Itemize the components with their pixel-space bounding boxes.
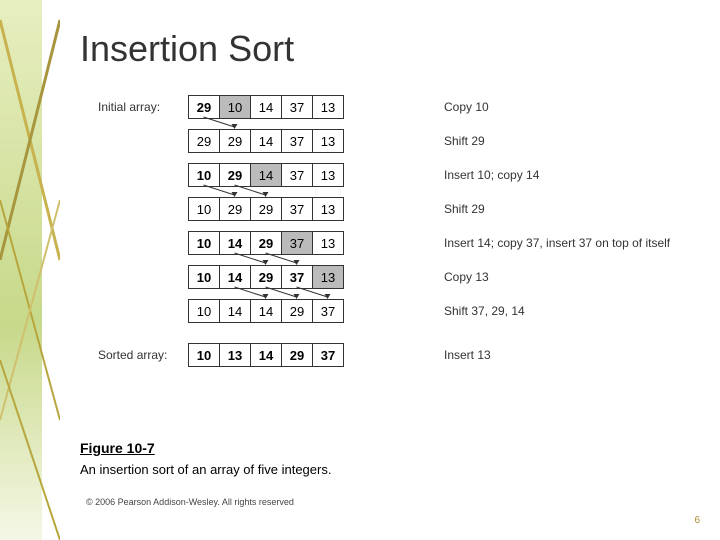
array-cell: 29 (282, 299, 313, 323)
array-cell: 13 (220, 343, 251, 367)
array-cell: 37 (282, 163, 313, 187)
array-cell: 10 (188, 197, 220, 221)
array-cell: 37 (313, 343, 344, 367)
array-cell: 29 (220, 163, 251, 187)
array-cells: 1029143713 (188, 163, 344, 187)
copyright-text: © 2006 Pearson Addison-Wesley. All right… (86, 497, 680, 507)
array-state-row: Sorted array:1013142937 Insert 13 (98, 342, 680, 368)
row-label-left: Initial array: (98, 100, 188, 114)
array-cell: 10 (188, 265, 220, 289)
array-cell: 14 (220, 231, 251, 255)
array-cells: 2929143713 (188, 129, 344, 153)
figure-insertion-sort: Initial array:2910143713Copy 10292914371… (98, 94, 680, 424)
array-cell: 37 (282, 231, 313, 255)
array-cell: 37 (282, 265, 313, 289)
array-cell: 13 (313, 129, 344, 153)
step-action-text: Copy 13 (444, 270, 489, 284)
step-action-text: Copy 10 (444, 100, 489, 114)
array-cell: 29 (220, 129, 251, 153)
step-action-text: Shift 29 (444, 202, 485, 216)
array-cells: 1013142937 (188, 343, 344, 367)
array-state-row: 1014293713 Insert 14; copy 37, insert 37 … (98, 230, 680, 256)
array-cells: 1014293713 (188, 265, 344, 289)
array-cell: 37 (282, 197, 313, 221)
array-cell: 14 (251, 163, 282, 187)
step-action-text: Insert 13 (444, 348, 491, 362)
array-cell: 10 (188, 299, 220, 323)
array-cell: 29 (251, 197, 282, 221)
page-title: Insertion Sort (80, 28, 680, 70)
figure-label: Figure 10-7 (80, 440, 680, 456)
array-cell: 29 (188, 95, 220, 119)
array-state-row: 1014142937Shift 37, 29, 14 (98, 298, 680, 324)
array-cell: 29 (251, 265, 282, 289)
step-action-text: Shift 37, 29, 14 (444, 304, 525, 318)
array-cell: 13 (313, 231, 344, 255)
array-state-row: 1014293713 Copy 13 (98, 264, 680, 290)
array-state-row: 2929143713Shift 29 (98, 128, 680, 154)
array-cell: 37 (282, 95, 313, 119)
array-cell: 29 (220, 197, 251, 221)
figure-caption: An insertion sort of an array of five in… (80, 462, 680, 477)
array-cell: 10 (188, 343, 220, 367)
array-cell: 13 (313, 95, 344, 119)
array-cells: 1014293713 (188, 231, 344, 255)
array-cells: 1029293713 (188, 197, 344, 221)
step-action-text: Insert 10; copy 14 (444, 168, 539, 182)
array-state-row: Initial array:2910143713 Copy 10 (98, 94, 680, 120)
array-cell: 29 (251, 231, 282, 255)
array-cell: 37 (313, 299, 344, 323)
array-cell: 14 (220, 299, 251, 323)
step-action-text: Insert 14; copy 37, insert 37 on top of … (444, 236, 670, 250)
array-cell: 10 (188, 163, 220, 187)
array-cell: 14 (251, 95, 282, 119)
array-cell: 13 (313, 197, 344, 221)
array-cell: 29 (282, 343, 313, 367)
array-cell: 14 (251, 129, 282, 153)
array-cells: 1014142937 (188, 299, 344, 323)
array-cell: 13 (313, 265, 344, 289)
array-cell: 10 (220, 95, 251, 119)
array-cells: 2910143713 (188, 95, 344, 119)
array-state-row: 1029293713Shift 29 (98, 196, 680, 222)
array-cell: 13 (313, 163, 344, 187)
array-cell: 14 (251, 343, 282, 367)
array-cell: 14 (251, 299, 282, 323)
slide-number: 6 (694, 515, 700, 526)
array-cell: 10 (188, 231, 220, 255)
row-label-left: Sorted array: (98, 348, 188, 362)
array-cell: 29 (188, 129, 220, 153)
step-action-text: Shift 29 (444, 134, 485, 148)
array-cell: 37 (282, 129, 313, 153)
array-state-row: 1029143713 Insert 10; copy 14 (98, 162, 680, 188)
array-cell: 14 (220, 265, 251, 289)
